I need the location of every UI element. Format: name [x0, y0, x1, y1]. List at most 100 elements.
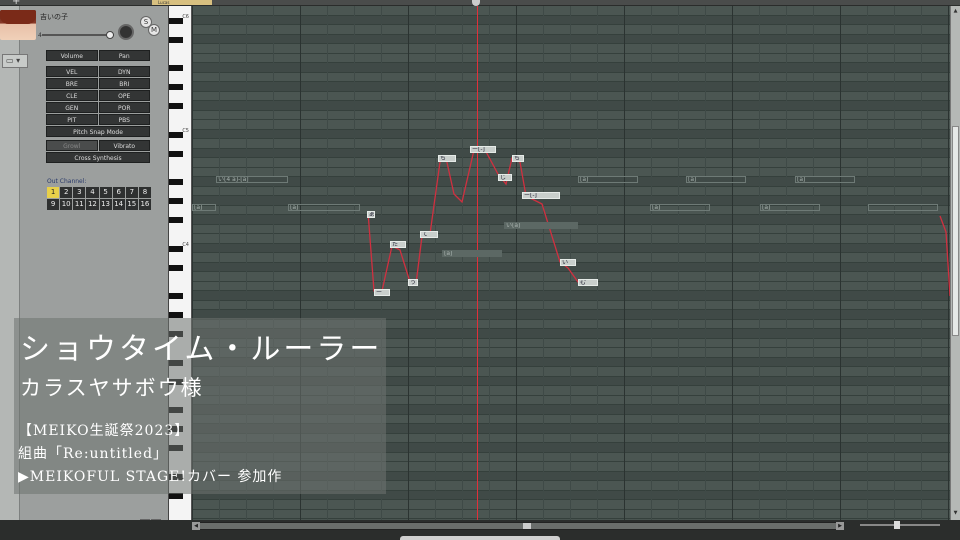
pit-button[interactable]: PIT [46, 114, 98, 125]
out-channel-16[interactable]: 16 [138, 199, 151, 210]
note[interactable]: [a] [686, 176, 746, 183]
out-channel-12[interactable]: 12 [86, 199, 99, 210]
black-key[interactable] [169, 245, 183, 252]
out-channel-14[interactable]: 14 [112, 199, 125, 210]
black-key[interactable] [169, 65, 183, 71]
pitch-buttons: PIT PBS Pitch Snap Mode [46, 114, 150, 137]
pitch-snap-button[interactable]: Pitch Snap Mode [46, 126, 150, 137]
out-channel-3[interactable]: 3 [73, 187, 86, 198]
note[interactable]: [a] [795, 176, 855, 183]
note[interactable]: [a] [442, 250, 502, 257]
note[interactable]: ー[-] [522, 192, 560, 199]
vertical-scroll-thumb[interactable] [952, 126, 959, 336]
event-line: 【MEIKO生誕祭2023】 [18, 423, 190, 439]
artist-name: カラスヤサボウ様 [20, 376, 204, 400]
black-key[interactable] [169, 198, 183, 204]
volume-button[interactable]: Volume [46, 50, 98, 61]
out-channel-2[interactable]: 2 [60, 187, 73, 198]
track-name[interactable]: 吉いの子 [40, 12, 68, 22]
volume-slider[interactable] [42, 31, 114, 39]
out-channel-8[interactable]: 8 [138, 187, 151, 198]
out-channel-10[interactable]: 10 [60, 199, 73, 210]
pbs-button[interactable]: PBS [98, 114, 150, 125]
out-channel-15[interactable]: 15 [125, 199, 138, 210]
note[interactable]: む [578, 279, 598, 286]
black-key[interactable] [169, 179, 183, 185]
pan-knob[interactable] [118, 24, 134, 40]
note[interactable]: あ [367, 211, 375, 218]
mute-button[interactable]: M [148, 24, 160, 36]
black-key[interactable] [169, 217, 183, 223]
out-channel-9[interactable]: 9 [47, 199, 60, 210]
note[interactable]: ち [438, 155, 456, 162]
horizontal-scroll-thumb[interactable] [523, 523, 531, 529]
note[interactable]: ー [374, 289, 390, 296]
note[interactable]: た [390, 241, 406, 248]
note[interactable]: [a] [192, 204, 216, 211]
black-key[interactable] [169, 103, 183, 109]
vertical-scrollbar[interactable]: ▲ ▼ [950, 6, 960, 520]
note[interactable]: ー[-] [470, 146, 496, 153]
black-key[interactable] [169, 264, 183, 271]
note[interactable]: い [560, 259, 576, 266]
track-tab[interactable]: Lucas [152, 0, 212, 5]
bottom-bar: ◀ ▶ [0, 520, 960, 540]
black-key[interactable] [169, 150, 183, 157]
black-key[interactable] [169, 84, 183, 90]
vel-button[interactable]: VEL [46, 66, 98, 77]
note[interactable]: ち [512, 155, 524, 162]
note[interactable]: [a] [578, 176, 638, 183]
playhead-line[interactable] [477, 6, 478, 520]
out-channel-4[interactable]: 4 [86, 187, 99, 198]
song-title: ショウタイム・ルーラー [20, 332, 383, 367]
volume-slider-thumb[interactable] [106, 31, 114, 39]
gen-button[interactable]: GEN [46, 102, 98, 113]
vibrato-button[interactable]: Vibrato [98, 140, 150, 151]
out-channel-6[interactable]: 6 [112, 187, 125, 198]
note[interactable]: [a] [288, 204, 360, 211]
note[interactable]: じ [498, 174, 512, 181]
key-label-c4: C4 [182, 242, 189, 248]
scroll-right-icon[interactable]: ▶ [836, 522, 844, 530]
out-channel-11[interactable]: 11 [73, 199, 86, 210]
out-channel-7[interactable]: 7 [125, 187, 138, 198]
note[interactable]: い[4 a]-[a] [216, 176, 288, 183]
por-button[interactable]: POR [98, 102, 150, 113]
bri-button[interactable]: BRI [98, 78, 150, 89]
growl-button[interactable]: Growl [46, 140, 98, 151]
note[interactable]: う [408, 279, 418, 286]
ope-button[interactable]: OPE [98, 90, 150, 101]
bre-button[interactable]: BRE [46, 78, 98, 89]
note[interactable]: て [420, 231, 438, 238]
bottom-tab[interactable] [400, 536, 560, 540]
cle-button[interactable]: CLE [46, 90, 98, 101]
out-channel-13[interactable]: 13 [99, 199, 112, 210]
scroll-left-icon[interactable]: ◀ [192, 522, 200, 530]
scroll-down-icon-right[interactable]: ▼ [952, 510, 959, 517]
dyn-button[interactable]: DYN [98, 66, 150, 77]
medley-line: 組曲「Re:untitled」 [18, 446, 169, 462]
out-channel-1[interactable]: 1 [47, 187, 60, 198]
note[interactable]: い[a] [504, 222, 578, 229]
key-label-c6: C6 [182, 14, 189, 20]
out-channel-5[interactable]: 5 [99, 187, 112, 198]
note[interactable]: [a] [760, 204, 820, 211]
key-label-c5: C5 [182, 128, 189, 134]
black-key[interactable] [169, 131, 183, 138]
monitor-icon[interactable]: ▭ ▾ [2, 54, 28, 68]
note[interactable] [868, 204, 938, 211]
zoom-slider-thumb[interactable] [894, 521, 900, 529]
piano-roll-window: + Lucas 吉いの子 4 S M ▭ ▾ Volume Pan VEL DY… [0, 0, 960, 540]
cross-synthesis-button[interactable]: Cross Synthesis [46, 152, 150, 163]
horizontal-scrollbar[interactable]: ◀ ▶ [192, 522, 844, 530]
out-channel-label: Out Channel: [47, 178, 87, 185]
zoom-slider[interactable] [860, 521, 940, 529]
black-key[interactable] [169, 36, 183, 43]
black-key[interactable] [169, 17, 183, 24]
scroll-up-icon[interactable]: ▲ [952, 8, 959, 15]
parameter-buttons: VEL DYN BRE BRI CLE OPE GEN POR [46, 66, 150, 113]
black-key[interactable] [169, 293, 183, 299]
out-channel-grid: 1 2 3 4 5 6 7 8 9 10 11 12 13 14 15 16 [47, 187, 151, 210]
note[interactable]: [a] [650, 204, 710, 211]
pan-button[interactable]: Pan [98, 50, 150, 61]
